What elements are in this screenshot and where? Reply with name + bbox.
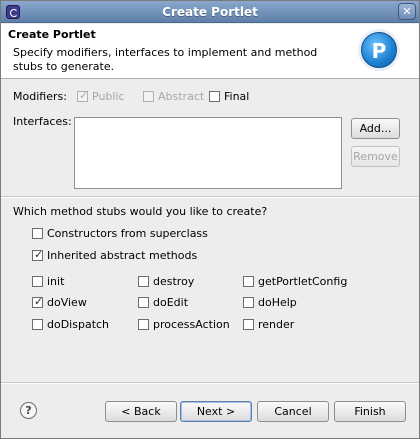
- check-icon: ✓: [34, 248, 44, 261]
- title-bar[interactable]: Create Portlet ✕: [1, 1, 419, 23]
- destroy-checkbox[interactable]: [138, 276, 149, 287]
- portlet-banner-icon: P: [361, 32, 397, 68]
- page-title: Create Portlet: [8, 28, 96, 41]
- interfaces-list[interactable]: [74, 117, 342, 189]
- next-button[interactable]: Next >: [180, 401, 252, 422]
- cancel-button[interactable]: Cancel: [257, 401, 329, 422]
- footer-separator: [1, 382, 419, 384]
- constructors-label: Constructors from superclass: [47, 227, 208, 240]
- final-label: Final: [224, 90, 250, 103]
- final-checkbox[interactable]: [209, 91, 220, 102]
- inherited-label: Inherited abstract methods: [47, 249, 198, 262]
- add-interface-button[interactable]: Add...: [351, 118, 400, 139]
- doview-checkbox[interactable]: ✓: [32, 295, 44, 308]
- getportletconfig-label: getPortletConfig: [258, 275, 348, 288]
- check-icon: ✓: [34, 295, 44, 308]
- processaction-checkbox[interactable]: [138, 319, 149, 330]
- separator: [1, 196, 419, 198]
- banner-letter: P: [371, 39, 387, 63]
- doedit-checkbox[interactable]: [138, 297, 149, 308]
- abstract-label: Abstract: [158, 90, 205, 103]
- destroy-label: destroy: [153, 275, 195, 288]
- window-title: Create Portlet: [162, 5, 258, 19]
- init-checkbox[interactable]: [32, 276, 43, 287]
- processaction-label: processAction: [153, 318, 230, 331]
- render-checkbox[interactable]: [243, 319, 254, 330]
- remove-interface-button[interactable]: Remove: [351, 146, 400, 167]
- abstract-checkbox[interactable]: [143, 91, 154, 102]
- doedit-label: doEdit: [153, 296, 189, 309]
- wizard-header: Create Portlet Specify modifiers, interf…: [1, 24, 419, 79]
- dohelp-label: doHelp: [258, 296, 297, 309]
- dodispatch-checkbox[interactable]: [32, 319, 43, 330]
- init-label: init: [47, 275, 65, 288]
- create-portlet-dialog: Create Portlet ✕ Create Portlet Specify …: [0, 0, 420, 439]
- back-button[interactable]: < Back: [105, 401, 177, 422]
- render-label: render: [258, 318, 295, 331]
- finish-button[interactable]: Finish: [334, 401, 406, 422]
- modifiers-label: Modifiers:: [13, 90, 67, 103]
- close-icon[interactable]: ✕: [398, 3, 416, 20]
- public-label: Public: [92, 90, 125, 103]
- doview-label: doView: [47, 296, 87, 309]
- inherited-checkbox[interactable]: ✓: [32, 248, 44, 261]
- dodispatch-label: doDispatch: [47, 318, 110, 331]
- check-icon: ✓: [79, 89, 89, 102]
- constructors-checkbox[interactable]: [32, 228, 43, 239]
- help-icon[interactable]: ?: [20, 402, 37, 419]
- public-checkbox[interactable]: ✓: [77, 89, 89, 102]
- method-stubs-question: Which method stubs would you like to cre…: [13, 205, 268, 218]
- getportletconfig-checkbox[interactable]: [243, 276, 254, 287]
- interfaces-label: Interfaces:: [13, 115, 72, 128]
- dohelp-checkbox[interactable]: [243, 297, 254, 308]
- page-description: Specify modifiers, interfaces to impleme…: [13, 46, 318, 73]
